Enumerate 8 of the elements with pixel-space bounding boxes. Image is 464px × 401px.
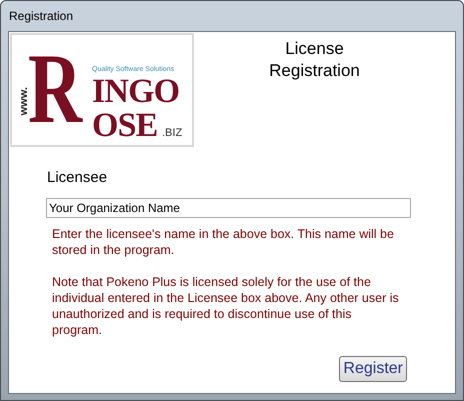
dialog-heading: License <box>285 38 344 60</box>
licensee-field[interactable]: Your Organization Name <box>46 198 411 218</box>
dialog-heading: Registration <box>269 60 360 82</box>
licensee-label: Licensee <box>47 168 108 188</box>
window-title: Registration <box>8 8 74 25</box>
instruction-text: Note that Pokeno Plus is licensed solely for the use of the individual entered in the Licensee box above. Any other user is unauthorized and is required to discontinue use of this program. <box>52 274 400 338</box>
instruction-text: Enter the licensee's name in the above box. This name will be stored in the program. <box>52 226 395 258</box>
register-button[interactable]: Register <box>339 356 407 382</box>
